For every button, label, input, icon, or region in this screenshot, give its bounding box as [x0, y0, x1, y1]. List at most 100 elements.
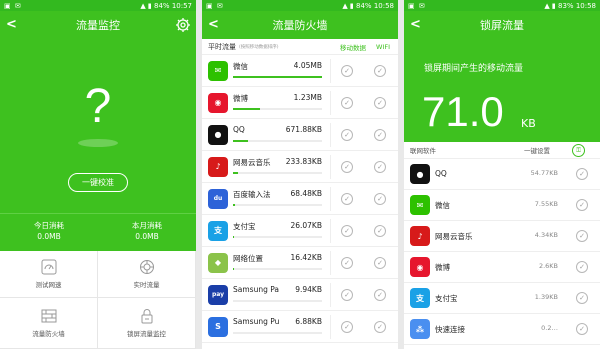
lock-usage-caption: 锁屏期间产生的移动流量	[424, 64, 524, 74]
wifi-allow-checkbox[interactable]: ✓	[374, 321, 386, 333]
mobile-data-allow-checkbox[interactable]: ✓	[341, 161, 353, 173]
header: < 流量防火墙	[202, 11, 398, 39]
app-row: ✉ 微信 7.55KB ✓	[404, 190, 600, 221]
today-value: 0.0MB	[37, 232, 61, 241]
today-label: 今日消耗	[34, 221, 64, 230]
app-usage: 9.94KB	[295, 285, 322, 294]
app-name: 微博	[435, 263, 450, 272]
list-header: 联网软件 一键设置 ⚿	[404, 142, 600, 159]
status-right: ▲ ▮ 84% 10:58	[342, 1, 394, 10]
app-icon: 支	[410, 288, 430, 308]
block-checkbox[interactable]: ✓	[576, 230, 588, 242]
usage-bar	[233, 172, 322, 174]
usage-bar-fill	[233, 108, 260, 110]
app-row: ◆ 网络位置 16.42KB ✓ ✓	[202, 247, 398, 279]
status-icons: ▣ ✉	[4, 1, 22, 10]
app-name: Samsung Pu	[233, 317, 280, 326]
gear-icon[interactable]	[175, 17, 191, 33]
status-icons: ▣ ✉	[206, 1, 224, 10]
app-icon: ⁂	[410, 319, 430, 339]
app-row: ◉ 微博 1.23MB ✓ ✓	[202, 87, 398, 119]
battery-text: 83%	[558, 1, 574, 10]
tab-wifi[interactable]: WIFI	[376, 43, 390, 51]
tile-label: 实时流量	[133, 281, 160, 289]
app-usage: 233.83KB	[285, 157, 322, 166]
sort-note: (按照移动数据排序)	[239, 44, 279, 50]
app-usage: 54.77KB	[530, 169, 558, 177]
speedometer-icon	[41, 259, 56, 275]
wifi-allow-checkbox[interactable]: ✓	[374, 225, 386, 237]
block-checkbox[interactable]: ✓	[576, 323, 588, 335]
app-row: ◉ 微博 2.6KB ✓	[404, 252, 600, 283]
firewall-screen: ▣ ✉ ▲ ▮ 84% 10:58 < 流量防火墙 平时流量 (按照移动数据排序…	[202, 0, 398, 349]
networked-apps-label: 联网软件	[410, 147, 436, 155]
usage-bar	[233, 108, 322, 110]
one-click-setting-label: 一键设置	[524, 147, 550, 155]
back-icon[interactable]: <	[410, 17, 421, 32]
usage-bar	[233, 332, 322, 334]
usage-bar-fill	[233, 172, 239, 174]
app-name: 支付宝	[435, 294, 458, 303]
status-right: ▲ ▮ 83% 10:58	[544, 1, 596, 10]
mobile-data-allow-checkbox[interactable]: ✓	[341, 289, 353, 301]
leaf-decoration	[78, 139, 118, 147]
tab-mobile-data[interactable]: 移动数据	[340, 42, 366, 52]
wifi-allow-checkbox[interactable]: ✓	[374, 65, 386, 77]
app-usage: 1.39KB	[534, 293, 558, 301]
usage-bar-fill	[233, 76, 322, 78]
app-icon: S	[208, 316, 228, 337]
mobile-data-allow-checkbox[interactable]: ✓	[341, 193, 353, 205]
app-usage: 2.6KB	[538, 262, 558, 270]
app-row: ● QQ 54.77KB ✓	[404, 159, 600, 190]
clock: 10:57	[171, 1, 192, 10]
mobile-data-allow-checkbox[interactable]: ✓	[341, 225, 353, 237]
firewall-tile[interactable]: 流量防火墙	[0, 298, 98, 349]
app-row: ● QQ 671.88KB ✓ ✓	[202, 119, 398, 151]
lock-app-list: ● QQ 54.77KB ✓ ✉ 微信 7.55KB ✓ ♪ 网易云音乐 4.34KB ✓ ◉ 微博 2.6…	[404, 159, 600, 345]
app-icon: ●	[208, 124, 228, 145]
app-row: 支支付宝 1.39KB ✓	[404, 283, 600, 314]
mobile-data-allow-checkbox[interactable]: ✓	[341, 321, 353, 333]
app-usage: 6.88KB	[295, 317, 322, 326]
back-icon[interactable]: <	[6, 17, 17, 32]
app-name: 支付宝	[233, 222, 256, 231]
back-icon[interactable]: <	[208, 17, 219, 32]
usage-bar	[233, 268, 322, 270]
mobile-data-allow-checkbox[interactable]: ✓	[341, 129, 353, 141]
mobile-data-allow-checkbox[interactable]: ✓	[341, 257, 353, 269]
usage-bar	[233, 140, 322, 142]
mobile-data-allow-checkbox[interactable]: ✓	[341, 65, 353, 77]
block-checkbox[interactable]: ✓	[576, 292, 588, 304]
realtime-traffic-tile[interactable]: 实时流量	[98, 251, 196, 298]
wifi-allow-checkbox[interactable]: ✓	[374, 97, 386, 109]
wifi-allow-checkbox[interactable]: ✓	[374, 129, 386, 141]
clock: 10:58	[575, 1, 596, 10]
wifi-allow-checkbox[interactable]: ✓	[374, 161, 386, 173]
app-usage: 671.88KB	[285, 125, 322, 134]
battery-text: 84%	[154, 1, 170, 10]
month-usage: 本月消耗 0.0MB	[98, 214, 196, 251]
app-usage: 0.2…	[541, 324, 558, 332]
speed-test-tile[interactable]: 测试网速	[0, 251, 98, 298]
block-checkbox[interactable]: ✓	[576, 261, 588, 273]
calibrate-button[interactable]: 一键校准	[68, 173, 128, 192]
page-title: 流量监控	[76, 19, 120, 32]
app-usage: 7.55KB	[534, 200, 558, 208]
app-name: 网易云音乐	[435, 232, 473, 241]
realtime-icon	[139, 260, 154, 274]
app-name: 微信	[435, 201, 450, 210]
wifi-allow-checkbox[interactable]: ✓	[374, 257, 386, 269]
lock-monitor-tile[interactable]: 锁屏流量监控	[98, 298, 196, 349]
wifi-allow-checkbox[interactable]: ✓	[374, 289, 386, 301]
app-usage: 1.23MB	[293, 93, 322, 102]
app-row: ♪ 网易云音乐 4.34KB ✓	[404, 221, 600, 252]
block-checkbox[interactable]: ✓	[576, 199, 588, 211]
tile-label: 流量防火墙	[32, 330, 65, 338]
app-icon: 支	[208, 220, 228, 241]
mobile-data-allow-checkbox[interactable]: ✓	[341, 97, 353, 109]
usage-bar	[233, 76, 322, 78]
app-icon: ✉	[208, 60, 228, 81]
wifi-allow-checkbox[interactable]: ✓	[374, 193, 386, 205]
block-checkbox[interactable]: ✓	[576, 168, 588, 180]
lock-toggle-icon[interactable]: ⚿	[572, 144, 585, 157]
